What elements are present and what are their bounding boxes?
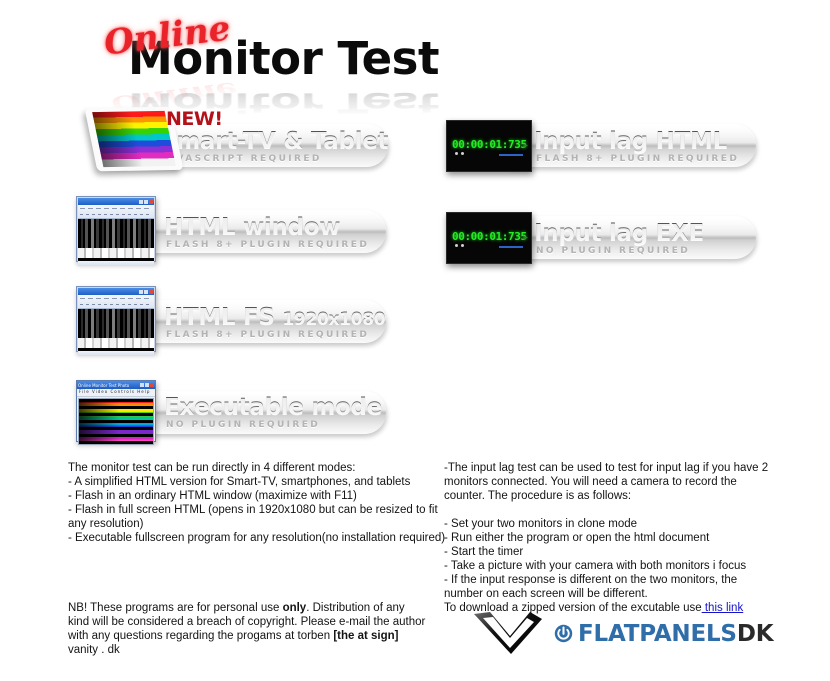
mode-resolution: 1920x1080 (282, 309, 386, 329)
timer-thumbnail: 00:00:01:735 ▸ (446, 120, 532, 172)
mode-label: Smart-TV & Tablet (160, 128, 389, 154)
modes-line-1: - A simplified HTML version for Smart-TV… (68, 476, 411, 488)
page-title: Monitor Test Online Monitor Test Online (100, 8, 520, 119)
new-badge: NEW! (166, 108, 223, 130)
modes-line-2: - Flash in an ordinary HTML window (maxi… (68, 490, 357, 502)
input-lag-description-text: -The input lag test can be used to test … (444, 461, 778, 615)
mode-label-text: HTML FS (164, 304, 275, 330)
timer-progress-bar (499, 154, 523, 156)
timer-thumbnail: 00:00:01:735 ▸ (446, 212, 532, 264)
executable-window-thumbnail: Online Monitor Test Photo File Video Con… (76, 380, 156, 445)
logo-wordmark: FLATPANELSDK (578, 621, 774, 647)
timer-value: 00:00:01:735 (452, 138, 527, 151)
mode-requirement: FLASH 8+ PLUGIN REQUIRED (166, 330, 370, 340)
mode-requirement: FLASH 8+ PLUGIN REQUIRED (166, 240, 370, 250)
input-lag-step-3: - Start the timer (444, 546, 524, 558)
notice-bold-only: only (282, 602, 307, 614)
mode-button-input-lag-exe[interactable]: 00:00:01:735 ▸ Input lag EXE NO PLUGIN R… (446, 212, 756, 268)
notice-part-1: NB! These programs are for personal use (68, 602, 283, 614)
notice-part-3: vanity . dk (68, 644, 120, 656)
mode-button-html-window[interactable]: HTML window FLASH 8+ PLUGIN REQUIRED (76, 196, 386, 266)
input-lag-step-1: - Set your two monitors in clone mode (444, 518, 638, 530)
input-lag-intro: -The input lag test can be used to test … (444, 462, 769, 502)
copyright-notice: NB! These programs are for personal use … (68, 601, 428, 657)
power-icon (554, 624, 573, 643)
mode-label: HTML window (164, 214, 341, 240)
mode-requirement: FLASH 8+ PLUGIN REQUIRED (536, 154, 740, 164)
browser-window-thumbnail (76, 196, 156, 266)
timer-indicator-dots (455, 152, 464, 155)
mode-button-html-fs[interactable]: HTML FS 1920x1080 FLASH 8+ PLUGIN REQUIR… (76, 286, 386, 356)
timer-indicator-dots (455, 244, 464, 247)
logo-brand-suffix: DK (736, 621, 774, 647)
mode-button-executable-mode[interactable]: Online Monitor Test Photo File Video Con… (76, 380, 386, 446)
logo-brand-main: FLATPANELS (578, 621, 737, 647)
modes-description-text: The monitor test can be run directly in … (68, 461, 446, 545)
timer-arrow-icon: ▸ (523, 232, 528, 242)
input-lag-step-4: - Take a picture with your camera with b… (444, 560, 747, 572)
mode-label: Input lag HTML (534, 128, 727, 154)
mode-requirement: NO PLUGIN REQUIRED (166, 420, 321, 430)
chevron-logo-icon (474, 612, 542, 654)
mode-label: HTML FS 1920x1080 (164, 304, 386, 330)
mode-label: Input lag EXE (534, 220, 704, 246)
timer-progress-bar (499, 246, 523, 248)
mode-button-input-lag-html[interactable]: 00:00:01:735 ▸ Input lag HTML FLASH 8+ P… (446, 120, 756, 176)
flatpanels-logo[interactable]: FLATPANELSDK (470, 608, 774, 660)
timer-arrow-icon: ▸ (523, 140, 528, 150)
timer-value: 00:00:01:735 (452, 230, 527, 243)
modes-line-3: - Flash in full screen HTML (opens in 19… (68, 504, 438, 530)
modes-line-4: - Executable fullscreen program for any … (68, 532, 446, 544)
browser-window-thumbnail (76, 286, 156, 356)
input-lag-step-5: - If the input response is different on … (444, 574, 738, 600)
notice-bold-at-sign: [the at sign] (333, 630, 399, 642)
mode-label: Executable mode (164, 394, 382, 420)
input-lag-step-2: - Run either the program or open the htm… (444, 532, 710, 544)
mode-requirement: NO PLUGIN REQUIRED (536, 246, 691, 256)
modes-intro: The monitor test can be run directly in … (68, 462, 356, 474)
mode-button-smart-tv-tablet[interactable]: NEW! Smart-TV & Tablet JAVASCRIPT REQUIR… (78, 106, 389, 178)
